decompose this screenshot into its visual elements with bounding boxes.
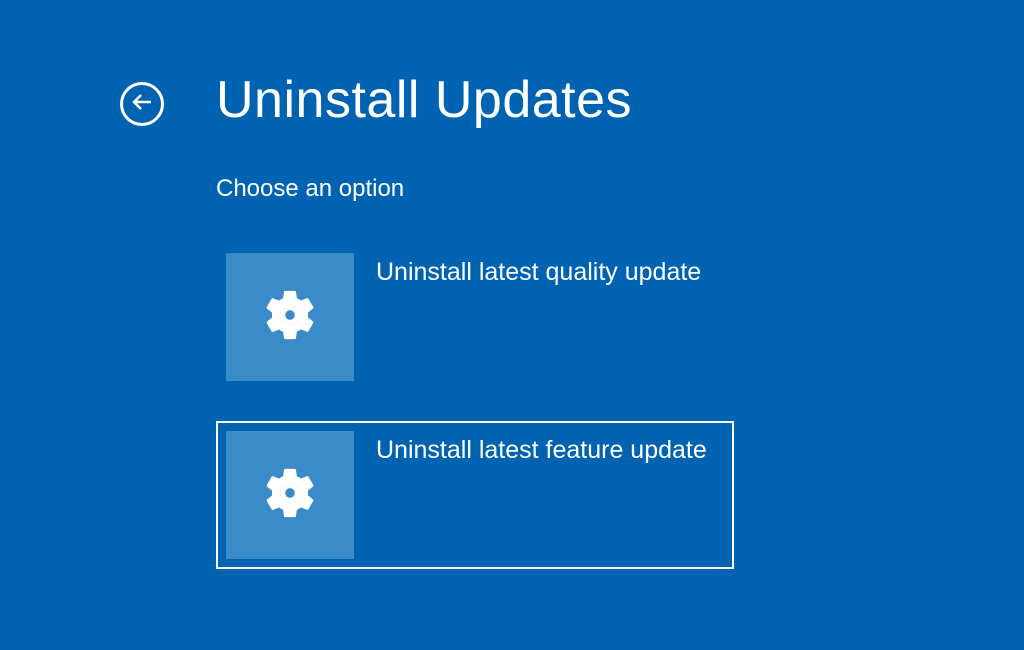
arrow-left-icon [130,90,154,119]
gear-icon [261,464,319,527]
option-label: Uninstall latest feature update [376,431,707,466]
back-button[interactable] [120,82,164,126]
option-uninstall-feature-update[interactable]: Uninstall latest feature update [216,421,734,569]
option-uninstall-quality-update[interactable]: Uninstall latest quality update [216,243,734,391]
page-container: Uninstall Updates Choose an option Unins… [0,0,1024,569]
content-area: Choose an option Uninstall latest qualit… [120,175,1024,569]
gear-icon [261,286,319,349]
page-title: Uninstall Updates [216,70,632,130]
option-icon-tile [226,253,354,381]
subtitle: Choose an option [216,175,1024,203]
header: Uninstall Updates [120,70,1024,130]
option-icon-tile [226,431,354,559]
option-label: Uninstall latest quality update [376,253,701,288]
